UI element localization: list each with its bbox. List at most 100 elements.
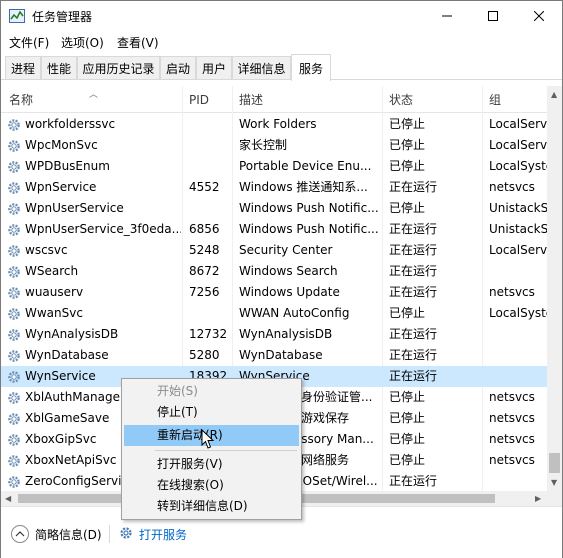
tab-processes[interactable]: 进程: [5, 56, 41, 79]
table-row[interactable]: WynAnalysisDB 12732 WynAnalysisDB 正在运行: [1, 324, 547, 345]
service-pid: [189, 156, 231, 177]
service-name: wscsvc: [25, 243, 68, 257]
menu-options[interactable]: 选项(O): [61, 34, 104, 51]
service-status: 已停止: [389, 432, 426, 446]
mouse-cursor-icon: [201, 429, 215, 449]
minimize-button[interactable]: [424, 1, 470, 31]
service-group: [489, 345, 547, 366]
scroll-left-icon[interactable]: ◀: [5, 494, 11, 503]
service-name: WynDatabase: [25, 348, 109, 362]
service-group: UnistackSv: [489, 201, 547, 215]
table-row[interactable]: WSearch 8672 Windows Search 正在运行: [1, 261, 547, 282]
ctx-start[interactable]: 开始(S): [124, 381, 299, 402]
gear-icon: [8, 224, 20, 236]
ctx-open-services[interactable]: 打开服务(V): [124, 454, 299, 475]
service-status: 正在运行: [389, 222, 438, 236]
gear-icon: [8, 455, 20, 467]
tab-users[interactable]: 用户: [196, 56, 232, 79]
table-row[interactable]: WpcMonSvc 家长控制 已停止 LocalServi: [1, 135, 547, 156]
service-group: netsvcs: [489, 285, 535, 299]
service-group: LocalServi: [489, 138, 547, 152]
close-button[interactable]: [516, 1, 562, 31]
table-row[interactable]: WpnService 4552 Windows 推送通知系... 正在运行 netsvc…: [1, 177, 547, 198]
service-name: WpcMonSvc: [25, 138, 98, 152]
service-status: 已停止: [389, 306, 426, 320]
vertical-scroll-thumb[interactable]: [549, 453, 560, 473]
column-status[interactable]: 状态: [381, 86, 481, 113]
tab-details[interactable]: 详细信息: [232, 56, 291, 79]
service-pid: 8672: [189, 264, 220, 278]
scroll-right-icon[interactable]: ▶: [535, 494, 541, 503]
service-group: LocalServi: [489, 117, 547, 131]
scrollbar-corner: [547, 491, 562, 506]
service-pid: 6856: [189, 222, 220, 236]
service-name: WPDBusEnum: [25, 159, 110, 173]
gear-icon: [8, 161, 20, 173]
column-header: ︿ 名称 PID 描述 状态 组: [1, 86, 547, 113]
service-description: Windows Update: [239, 285, 340, 299]
title-bar: 任务管理器: [1, 1, 562, 31]
table-row[interactable]: WwanSvc WWAN AutoConfig 已停止 LocalSyste: [1, 303, 547, 324]
service-name: WpnService: [25, 180, 97, 194]
close-icon: [534, 11, 544, 21]
service-name: workfolderssvc: [25, 117, 116, 131]
table-row[interactable]: WynDatabase 5280 WynDatabase 正在运行: [1, 345, 547, 366]
gear-icon: [8, 245, 20, 257]
service-group: LocalServi: [489, 243, 547, 257]
gear-icon: [8, 413, 20, 425]
window-title: 任务管理器: [32, 10, 93, 24]
ctx-search-online[interactable]: 在线搜索(O): [124, 475, 299, 496]
tab-startup[interactable]: 启动: [160, 56, 196, 79]
service-pid: [189, 114, 231, 135]
column-group[interactable]: 组: [481, 86, 547, 113]
vertical-scrollbar[interactable]: ▲ ▼: [547, 86, 562, 491]
service-group: [489, 471, 547, 491]
service-description: Windows Push Notific...: [239, 222, 379, 236]
service-description: Portable Device Enu...: [239, 159, 372, 173]
gear-icon: [8, 371, 20, 383]
service-name: WSearch: [25, 264, 79, 278]
tab-services[interactable]: 服务: [291, 54, 331, 81]
table-row[interactable]: WpnUserService_3f0eda... 6856 Windows Push…: [1, 219, 547, 240]
ctx-go-to-details[interactable]: 转到详细信息(D): [124, 496, 299, 517]
service-status: 已停止: [389, 138, 426, 152]
menu-file[interactable]: 文件(F): [9, 34, 49, 51]
service-group: UnistackSv: [489, 222, 547, 236]
chevron-up-icon: [15, 531, 25, 537]
maximize-button[interactable]: [470, 1, 516, 31]
table-row[interactable]: WPDBusEnum Portable Device Enu... 已停止 Local…: [1, 156, 547, 177]
table-row[interactable]: wscsvc 5248 Security Center 正在运行 LocalServi: [1, 240, 547, 261]
tab-performance[interactable]: 性能: [41, 56, 77, 79]
tab-app-history[interactable]: 应用历史记录: [77, 56, 160, 79]
table-row[interactable]: WpnUserService Windows Push Notific... 已停止…: [1, 198, 547, 219]
scroll-up-icon[interactable]: ▲: [551, 90, 557, 99]
less-details-button[interactable]: [11, 525, 29, 543]
service-description: Work Folders: [239, 117, 317, 131]
column-description[interactable]: 描述: [231, 86, 381, 113]
service-status: 正在运行: [389, 348, 438, 362]
service-status: 已停止: [389, 201, 426, 215]
service-group: [489, 261, 547, 282]
gear-icon: [8, 203, 20, 215]
service-status: 已停止: [389, 117, 426, 131]
service-description: WynDatabase: [239, 348, 323, 362]
service-pid: 12732: [189, 327, 228, 341]
table-row[interactable]: workfolderssvc Work Folders 已停止 LocalServi: [1, 114, 547, 135]
menu-view[interactable]: 查看(V): [117, 34, 159, 51]
column-pid[interactable]: PID: [181, 86, 231, 113]
ctx-stop[interactable]: 停止(T): [124, 402, 299, 423]
service-status: 正在运行: [389, 264, 438, 278]
services-icon: [120, 527, 132, 539]
gear-icon: [8, 308, 20, 320]
service-pid: 5248: [189, 243, 220, 257]
gear-icon: [8, 266, 20, 278]
gear-icon: [8, 434, 20, 446]
scroll-down-icon[interactable]: ▼: [551, 478, 557, 487]
table-row[interactable]: wuauserv 7256 Windows Update 正在运行 netsvcs: [1, 282, 547, 303]
gear-icon: [8, 182, 20, 194]
service-status: 正在运行: [389, 474, 438, 488]
open-services-link[interactable]: 打开服务: [139, 526, 187, 543]
tab-strip: 进程 性能 应用历史记录 启动 用户 详细信息 服务: [1, 54, 562, 81]
less-details-label[interactable]: 简略信息(D): [35, 526, 102, 543]
column-name[interactable]: 名称: [1, 86, 181, 113]
